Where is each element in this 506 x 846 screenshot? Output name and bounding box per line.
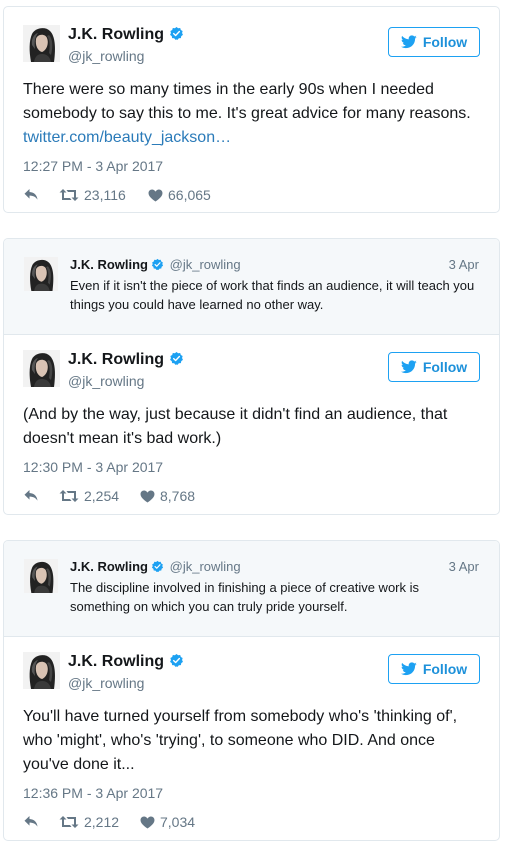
follow-label: Follow [422, 359, 468, 375]
twitter-bird-icon [401, 360, 417, 374]
reply-icon [23, 488, 39, 502]
tweet-card: J.K. Rowling @jk_rowling 3 Apr Even if i… [3, 238, 500, 515]
tweet-actions: 2,254 8,768 [23, 486, 480, 508]
tweet-timestamp[interactable]: 12:30 PM - 3 Apr 2017 [23, 458, 480, 476]
tweet-timestamp[interactable]: 12:36 PM - 3 Apr 2017 [23, 784, 480, 802]
retweet-count: 2,212 [84, 814, 120, 830]
follow-label: Follow [422, 34, 468, 50]
retweet-button[interactable]: 23,116 [59, 187, 126, 203]
follow-button[interactable]: Follow [388, 352, 480, 382]
tweet-text: There were so many times in the early 90… [23, 78, 480, 150]
heart-icon [140, 816, 155, 829]
quoted-text: Even if it isn't the piece of work that … [70, 278, 475, 312]
tweet-header: J.K. Rowling @jk_rowling Follow [23, 634, 480, 691]
tweet: J.K. Rowling @jk_rowling Follow (And by … [4, 332, 499, 508]
tweet-text-body: There were so many times in the early 90… [23, 81, 471, 122]
verified-badge-icon [169, 653, 184, 668]
verified-badge-icon [151, 560, 164, 573]
reply-button[interactable] [23, 488, 39, 502]
retweet-button[interactable]: 2,212 [59, 814, 119, 830]
author-name[interactable]: J.K. Rowling [68, 652, 184, 672]
quoted-avatar [24, 256, 58, 292]
like-button[interactable]: 7,034 [140, 814, 195, 830]
retweet-button[interactable]: 2,254 [59, 488, 119, 504]
quoted-date: 3 Apr [448, 559, 479, 574]
author-name-text: J.K. Rowling [68, 653, 164, 670]
reply-icon [23, 187, 39, 201]
heart-icon [140, 490, 155, 503]
avatar[interactable] [23, 25, 60, 62]
quoted-author-handle: @jk_rowling [169, 559, 241, 574]
retweet-icon [59, 489, 79, 503]
verified-badge-icon [169, 351, 184, 366]
quoted-avatar [24, 558, 58, 594]
tweet-link[interactable]: twitter.com/beauty_jackson… [23, 129, 231, 146]
author-handle[interactable]: @jk_rowling [68, 373, 144, 389]
verified-badge-icon [169, 26, 184, 41]
quoted-header: J.K. Rowling @jk_rowling 3 Apr [70, 257, 481, 275]
follow-button[interactable]: Follow [388, 654, 480, 684]
avatar[interactable] [23, 350, 60, 387]
quoted-header: J.K. Rowling @jk_rowling 3 Apr [70, 559, 481, 577]
reply-icon [23, 814, 39, 828]
author-handle[interactable]: @jk_rowling [68, 48, 144, 64]
twitter-bird-icon [401, 35, 417, 49]
quoted-author-name: J.K. Rowling [70, 559, 148, 574]
like-count: 8,768 [160, 488, 196, 504]
follow-button[interactable]: Follow [388, 27, 480, 57]
quoted-author-handle: @jk_rowling [169, 257, 241, 272]
retweet-count: 2,254 [84, 488, 120, 504]
reply-button[interactable] [23, 187, 39, 201]
tweet-header: J.K. Rowling @jk_rowling Follow [23, 7, 480, 64]
avatar[interactable] [23, 652, 60, 689]
retweet-icon [59, 815, 79, 829]
twitter-bird-icon [401, 662, 417, 676]
tweet-text: You'll have turned yourself from somebod… [23, 708, 458, 773]
tweet-actions: 2,212 7,034 [23, 812, 480, 834]
like-count: 66,065 [168, 187, 211, 203]
quoted-text: The discipline involved in finishing a p… [70, 580, 420, 614]
like-button[interactable]: 8,768 [140, 488, 195, 504]
like-button[interactable]: 66,065 [148, 187, 211, 203]
follow-label: Follow [422, 661, 468, 677]
tweet-text: (And by the way, just because it didn't … [23, 406, 448, 447]
quoted-author-name: J.K. Rowling [70, 257, 148, 272]
heart-icon [148, 189, 163, 202]
tweet-card: J.K. Rowling @jk_rowling 3 Apr The disci… [3, 540, 500, 841]
tweet: J.K. Rowling @jk_rowling Follow There we… [4, 7, 499, 207]
quoted-tweet[interactable]: J.K. Rowling @jk_rowling 3 Apr The disci… [4, 541, 499, 637]
tweet-actions: 23,116 66,065 [23, 185, 480, 207]
author-name-text: J.K. Rowling [68, 26, 164, 43]
verified-badge-icon [151, 258, 164, 271]
author-name[interactable]: J.K. Rowling [68, 350, 184, 370]
tweet-card: J.K. Rowling @jk_rowling Follow There we… [3, 6, 500, 213]
author-handle[interactable]: @jk_rowling [68, 675, 144, 691]
tweet-header: J.K. Rowling @jk_rowling Follow [23, 332, 480, 389]
retweet-count: 23,116 [84, 187, 126, 203]
author-name[interactable]: J.K. Rowling [68, 25, 184, 45]
author-name-text: J.K. Rowling [68, 351, 164, 368]
quoted-tweet[interactable]: J.K. Rowling @jk_rowling 3 Apr Even if i… [4, 239, 499, 335]
quoted-date: 3 Apr [448, 257, 479, 272]
retweet-icon [59, 188, 79, 202]
reply-button[interactable] [23, 814, 39, 828]
like-count: 7,034 [160, 814, 196, 830]
tweet: J.K. Rowling @jk_rowling Follow You'll h… [4, 634, 499, 834]
tweet-timestamp[interactable]: 12:27 PM - 3 Apr 2017 [23, 157, 480, 175]
